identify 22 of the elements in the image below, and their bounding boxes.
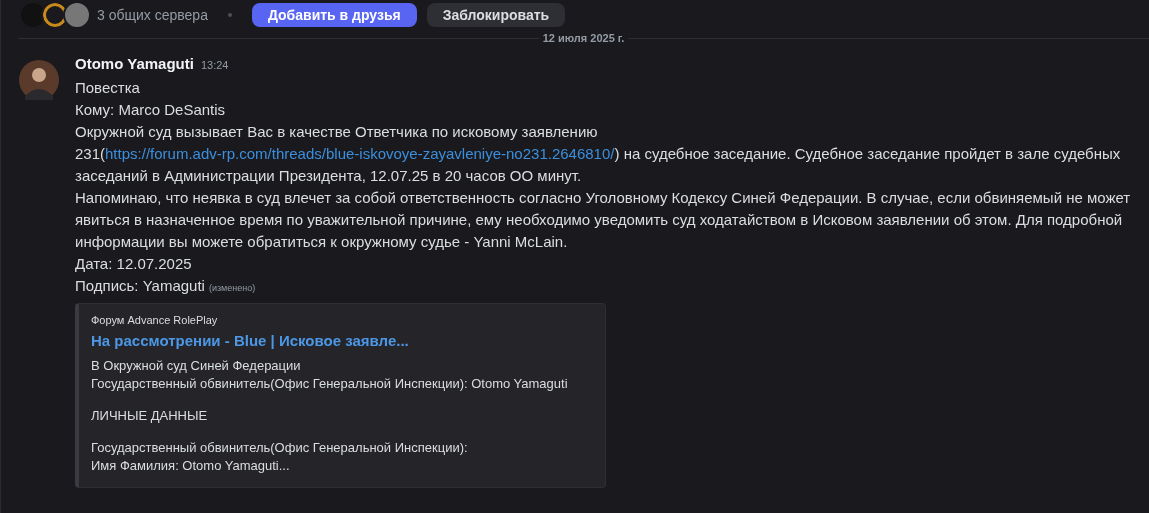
message-text: Повестка (75, 78, 141, 98)
embed-description: В Окружной суд Синей Федерации (91, 357, 302, 375)
message-text: Напоминаю, что неявка в суд влечет за собой ответственность согласно Уголовному Кодексу Синей Федерации. В случае, если обвиняемый не может явиться в назначенное время по уважительной причине, ему необходимо уведомить суд ходатайством в Исковом заявлении об этом. Для подробной информации вы можете обратиться к окружному судье - Yanni McLain. (75, 188, 1132, 252)
message-text: Подпись: Yamaguti (изменено) (75, 276, 257, 296)
embed-title[interactable]: На рассмотрении - Blue | Исковое заявле... (91, 332, 591, 349)
message-time: 13:24 (200, 59, 229, 71)
message-link[interactable]: https://forum.adv-rp.com/threads/blue-iskovoye-zayavleniye-no231.2646810/ (105, 145, 615, 162)
avatar-icon[interactable] (19, 60, 59, 100)
embed-description: ЛИЧНЫЕ ДАННЫЕ (91, 407, 209, 425)
message-text: Кому: Marco DeSantis (75, 100, 227, 120)
mutual-servers-text[interactable]: 3 общих сервера (97, 7, 208, 23)
separator-dot (227, 13, 232, 17)
embed-description: Имя Фамилия: Otomo Yamaguti... (91, 457, 291, 475)
embed-description: Государственный обвинитель(Офис Генеральной Инспекции): (91, 439, 469, 457)
block-button[interactable]: Заблокировать (426, 3, 566, 27)
author-name[interactable]: Otomo Yamaguti (75, 55, 194, 72)
edited-label: (изменено) (208, 283, 256, 293)
message-text: Дата: 12.07.2025 (75, 254, 193, 274)
message-text: Окружной суд вызывает Вас в качестве Ответчика по исковому заявлению 231(https://forum.adv-rp.com/threads/blue-iskovoye-zayavleniye-no231.2646810/) на судебное заседание. Судебное заседание пройдет в зале судебных заседаний в Администрации Президента, 12.07.25 в 20 часов ОО минут. (75, 122, 1122, 186)
add-friend-button[interactable]: Добавить в друзья (251, 3, 417, 27)
embed-description: Государственный обвинитель(Офис Генеральной Инспекции): Otomo Yamaguti (91, 375, 569, 393)
embed-provider: Форум Advance RolePlay (91, 314, 219, 326)
